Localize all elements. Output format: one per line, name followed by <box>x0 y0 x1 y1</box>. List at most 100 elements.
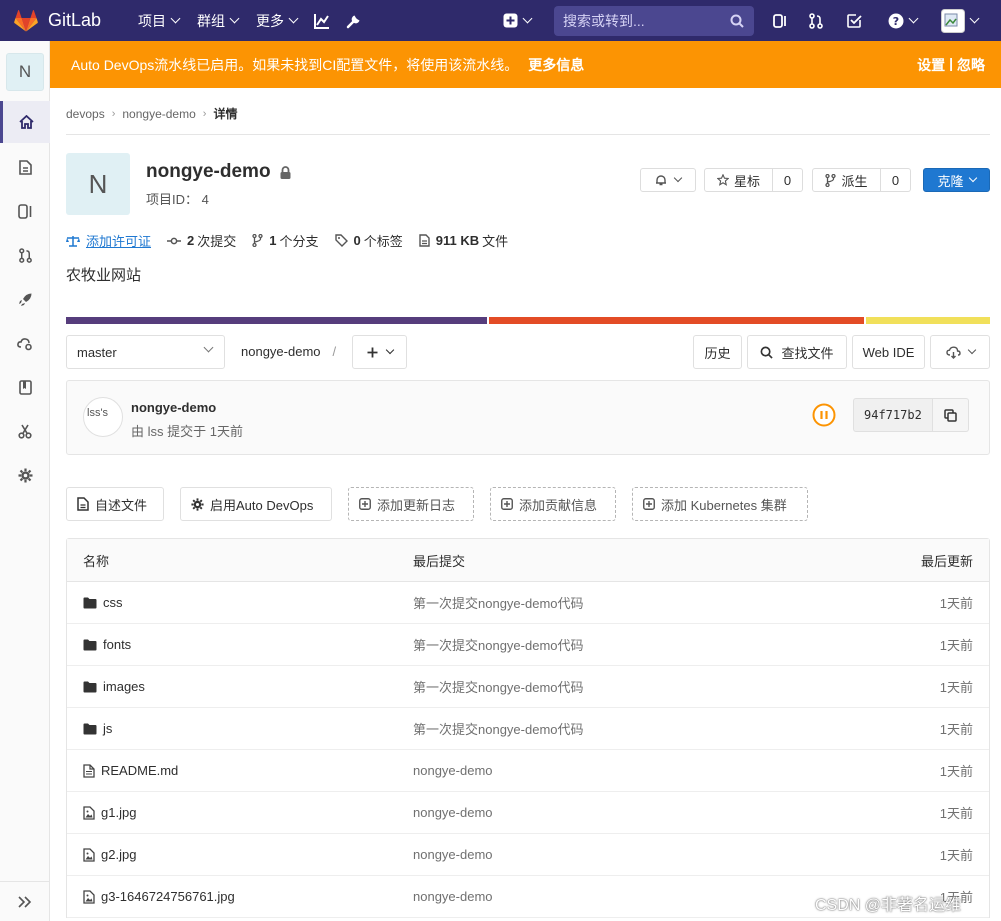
history-button[interactable]: 历史 <box>693 335 742 369</box>
commit-message-link[interactable]: nongye-demo <box>413 763 493 778</box>
file-updated-time: 1天前 <box>939 722 973 737</box>
add-license-link[interactable]: 添加许可证 <box>66 231 151 250</box>
star-count[interactable]: 0 <box>773 168 803 192</box>
sidebar-item-settings[interactable] <box>0 454 50 496</box>
tree-root-link[interactable]: nongye-demo <box>241 344 321 359</box>
fork-button[interactable]: 派生 <box>812 168 881 192</box>
copy-sha-button[interactable] <box>932 398 969 432</box>
add-to-tree-dropdown[interactable] <box>352 335 407 369</box>
branches-link[interactable]: 1 个分支 <box>252 231 319 250</box>
notification-dropdown[interactable] <box>640 168 696 192</box>
language-segment[interactable] <box>487 317 865 324</box>
file-name-link[interactable]: README.md <box>83 763 178 778</box>
fork-label: 派生 <box>841 173 868 189</box>
file-name-link[interactable]: g3-1646724756761.jpg <box>83 889 235 904</box>
find-file-button[interactable]: 查找文件 <box>747 335 847 369</box>
file-name-link[interactable]: g1.jpg <box>83 805 136 820</box>
enable-auto-devops-label: 启用Auto DevOps <box>210 497 314 513</box>
language-segment[interactable] <box>66 317 488 324</box>
web-ide-button[interactable]: Web IDE <box>852 335 925 369</box>
repository-languages-bar[interactable] <box>66 317 990 324</box>
gitlab-logo-icon <box>14 9 38 31</box>
table-row: g2.jpg nongye-demo 1天前 <box>67 834 989 876</box>
commit-message-link[interactable]: 第一次提交nongye-demo代码 <box>413 593 584 612</box>
nav-projects-dropdown[interactable]: 项目 <box>129 0 188 41</box>
add-changelog-button[interactable]: 添加更新日志 <box>348 487 474 521</box>
copy-icon <box>944 408 957 422</box>
commit-author-avatar[interactable]: lss's <box>83 397 123 437</box>
commit-message-link[interactable]: nongye-demo <box>413 805 493 820</box>
sidebar-item-operations[interactable] <box>0 322 50 364</box>
file-name-link[interactable]: g2.jpg <box>83 847 136 862</box>
file-name-link[interactable]: css <box>83 595 123 610</box>
commit-message-link[interactable]: nongye-demo <box>413 889 493 904</box>
fork-count[interactable]: 0 <box>881 168 911 192</box>
fork-count-value: 0 <box>891 172 900 188</box>
sidebar-project-avatar[interactable]: N <box>6 53 44 91</box>
add-kubernetes-cluster-button[interactable]: 添加 Kubernetes 集群 <box>632 487 808 521</box>
sidebar-item-issues[interactable] <box>0 190 50 232</box>
pipeline-paused-icon[interactable] <box>812 403 836 427</box>
plus-square-icon <box>501 498 513 510</box>
sidebar-item-wiki[interactable] <box>0 366 50 408</box>
sidebar-item-project-overview[interactable] <box>0 101 50 143</box>
new-dropdown[interactable] <box>503 0 533 41</box>
file-name-link[interactable]: js <box>83 721 112 736</box>
add-contributing-button[interactable]: 添加贡献信息 <box>490 487 616 521</box>
commit-message-link[interactable]: nongye-demo <box>413 847 493 862</box>
commit-sha-label[interactable]: 94f717b2 <box>853 398 933 432</box>
chevron-down-icon <box>967 345 976 355</box>
gitlab-brand[interactable]: GitLab <box>14 9 101 32</box>
breadcrumb-project-link[interactable]: nongye-demo <box>122 107 195 121</box>
readme-button[interactable]: 自述文件 <box>66 487 164 521</box>
settings-icon <box>18 468 32 482</box>
breadcrumb-group-link[interactable]: devops <box>66 107 105 121</box>
admin-area-link[interactable] <box>338 0 370 41</box>
add-kubernetes-cluster-label: 添加 Kubernetes 集群 <box>661 497 787 513</box>
help-dropdown[interactable]: ? <box>880 0 925 41</box>
todos-nav-link[interactable] <box>838 0 870 41</box>
breadcrumb-divider <box>66 134 990 135</box>
chevron-down-icon <box>522 13 533 24</box>
collapse-sidebar-button[interactable] <box>0 881 50 921</box>
commit-message-link[interactable]: 第一次提交nongye-demo代码 <box>413 635 584 654</box>
project-id: 项目ID： 4 <box>146 192 209 207</box>
history-label: 历史 <box>704 345 731 361</box>
file-name-link[interactable]: images <box>83 679 145 694</box>
star-label: 星标 <box>733 173 760 189</box>
clone-dropdown-button[interactable]: 克隆 <box>923 168 990 192</box>
banner-dismiss-link[interactable]: 忽略 <box>957 55 985 75</box>
double-chevron-right-icon <box>18 895 32 908</box>
commits-link[interactable]: 2 次提交 <box>167 231 236 250</box>
enable-auto-devops-button[interactable]: 启用Auto DevOps <box>180 487 332 521</box>
banner-settings-link[interactable]: 设置 <box>917 55 945 75</box>
commit-title-link[interactable]: nongye-demo <box>131 400 216 415</box>
branch-select-dropdown[interactable]: master <box>66 335 225 369</box>
project-title: nongye-demo <box>146 161 291 183</box>
breadcrumb-separator-icon: › <box>111 107 116 120</box>
file-name-link[interactable]: fonts <box>83 637 131 652</box>
commit-message-link[interactable]: 第一次提交nongye-demo代码 <box>413 719 584 738</box>
merge-requests-nav-link[interactable] <box>800 0 832 41</box>
project-sidebar: N <box>0 41 50 921</box>
search-input[interactable]: 搜索或转到... <box>554 6 754 36</box>
banner-more-info-link[interactable]: 更多信息 <box>528 55 584 75</box>
sidebar-item-repository[interactable] <box>0 146 50 188</box>
star-button[interactable]: 星标 <box>704 168 773 192</box>
breadcrumb-current: 详情 <box>213 107 238 121</box>
issues-nav-link[interactable] <box>764 0 796 41</box>
nav-groups-dropdown[interactable]: 群组 <box>188 0 247 41</box>
user-avatar-dropdown[interactable] <box>933 0 986 41</box>
file-name: README.md <box>101 763 179 778</box>
sidebar-item-ci-cd[interactable] <box>0 278 50 320</box>
sidebar-item-merge-requests[interactable] <box>0 234 50 276</box>
banner-message: Auto DevOps流水线已启用。如果未找到CI配置文件，将使用该流水线。 <box>71 56 519 73</box>
sidebar-item-snippets[interactable] <box>0 410 50 452</box>
activity-chart-link[interactable] <box>306 0 338 41</box>
tags-link[interactable]: 0 个标签 <box>334 231 403 250</box>
commit-message-link[interactable]: 第一次提交nongye-demo代码 <box>413 677 584 696</box>
nav-more-dropdown[interactable]: 更多 <box>247 0 306 41</box>
user-avatar-icon <box>941 8 965 33</box>
language-segment[interactable] <box>864 317 990 324</box>
download-dropdown[interactable] <box>930 335 990 369</box>
